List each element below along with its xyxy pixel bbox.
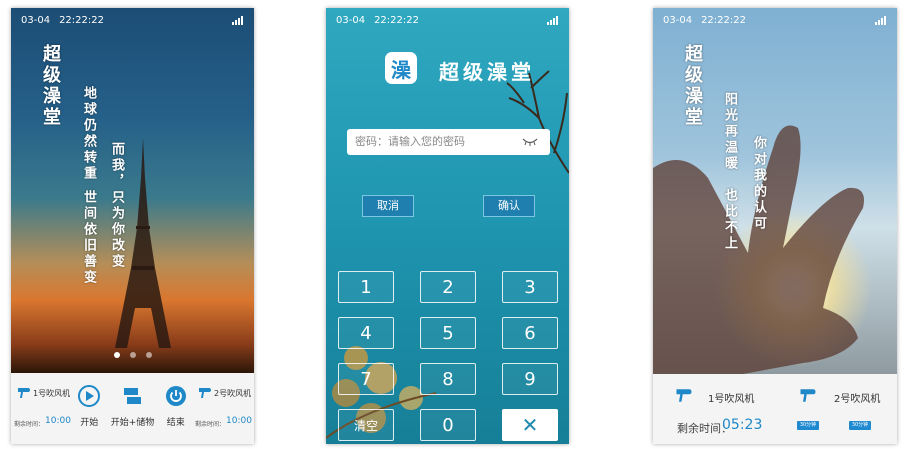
status-time: 22:22:22 [59,14,104,26]
device-2-panel[interactable]: 2号吹风机 剩余时间： 10:00 [192,373,254,444]
poem-title: 超级澡堂 [40,44,61,128]
signal-icon [875,16,887,25]
remaining-label: 剩余时间： [195,421,226,428]
key-4[interactable]: 4 [338,317,394,349]
play-icon [78,385,101,407]
start-label: 开始 [80,418,99,428]
status-date: 03-04 [21,14,51,26]
device-1-name: 1号吹风机 [33,389,71,398]
device-2-name: 2号吹风机 [834,394,881,405]
app-title: 超级澡堂 [439,60,535,84]
cancel-button[interactable]: 取消 [362,195,414,217]
hand-silhouette-image [653,125,864,374]
screen-timer: 03-04 22:22:22 超级澡堂 阳光再温暖 也比不上 你对我的认可 1号… [653,8,897,444]
signal-icon [547,16,559,25]
device-2-name: 2号吹风机 [214,389,252,398]
status-time: 22:22:22 [701,14,746,26]
hair-dryer-icon [199,388,211,398]
poem-line-2: 也比不上 [722,188,737,252]
screen-password: 03-04 22:22:22 澡 超级澡堂 密码：请输入您的密码 取消 确认 1… [326,8,569,444]
carousel-dot[interactable] [113,352,120,358]
confirm-button[interactable]: 确认 [483,195,535,217]
clear-key[interactable]: 清空 [338,409,394,441]
signal-icon [232,16,244,25]
status-date: 03-04 [336,14,366,26]
end-label: 结束 [166,418,185,428]
key-9[interactable]: 9 [502,363,558,395]
status-time: 22:22:22 [374,14,419,26]
power-icon [165,386,186,406]
poem-line-2: 世间依旧善变 [81,190,96,286]
key-0[interactable]: 0 [420,409,476,441]
start-storage-label: 开始+储物 [110,418,155,428]
key-8[interactable]: 8 [420,363,476,395]
remaining-time: 10:00 [45,416,71,426]
poem-title: 超级澡堂 [682,44,703,128]
screen-home-carousel: 03-04 22:22:22 超级澡堂 地球仍然转重 世间依旧善变 而我，只为你… [11,8,254,444]
hair-dryer-icon [800,389,816,402]
key-6[interactable]: 6 [502,317,558,349]
hair-dryer-icon [676,389,692,402]
remaining-time: 10:00 [226,416,252,426]
start-storage-button[interactable]: 开始+储物 [110,385,155,444]
key-1[interactable]: 1 [338,271,394,303]
poem-line-1: 阳光再温暖 [722,92,737,172]
app-logo-icon: 澡 [385,52,417,84]
status-date: 03-04 [663,14,693,26]
password-placeholder: 密码：请输入您的密码 [355,135,465,148]
carousel-dot[interactable] [129,352,136,358]
password-input[interactable]: 密码：请输入您的密码 [347,129,550,155]
start-button[interactable]: 开始 [78,385,101,444]
duration-button[interactable]: 30分钟 [849,421,871,430]
storage-icon [124,388,142,404]
key-3[interactable]: 3 [502,271,558,303]
carousel-dots[interactable] [11,352,254,358]
status-bar: 03-04 22:22:22 [653,8,897,32]
key-7[interactable]: 7 [338,363,394,395]
poem-line-3: 而我，只为你改变 [109,142,124,270]
delete-key[interactable]: ✕ [502,409,558,441]
hide-password-icon[interactable] [522,137,538,146]
control-bar: 1号吹风机 剩余时间： 10:00 开始 开始+储物 结束 2号吹风机 剩余时间… [11,373,254,444]
hair-dryer-icon [18,388,30,398]
status-bar: 03-04 22:22:22 [11,8,254,32]
duration-button[interactable]: 30分钟 [797,421,819,430]
status-bar: 03-04 22:22:22 [326,8,569,32]
action-group: 开始 开始+储物 结束 [73,373,192,444]
poem-line-1: 地球仍然转重 [81,86,96,182]
remaining-label: 剩余时间： [14,421,45,428]
timer-bar: 1号吹风机 剩余时间： 05:23 2号吹风机 30分钟 30分钟 [653,374,897,444]
carousel-dot[interactable] [145,352,152,358]
numeric-keypad: 1 2 3 4 5 6 7 8 9 清空 0 ✕ [338,271,558,441]
device-1-panel[interactable]: 1号吹风机 剩余时间： 10:00 [11,373,73,444]
end-button[interactable]: 结束 [165,385,187,444]
remaining-time: 05:23 [722,417,763,433]
device-1-name: 1号吹风机 [708,394,755,405]
key-5[interactable]: 5 [420,317,476,349]
key-2[interactable]: 2 [420,271,476,303]
poem-line-3: 你对我的认可 [751,136,766,232]
